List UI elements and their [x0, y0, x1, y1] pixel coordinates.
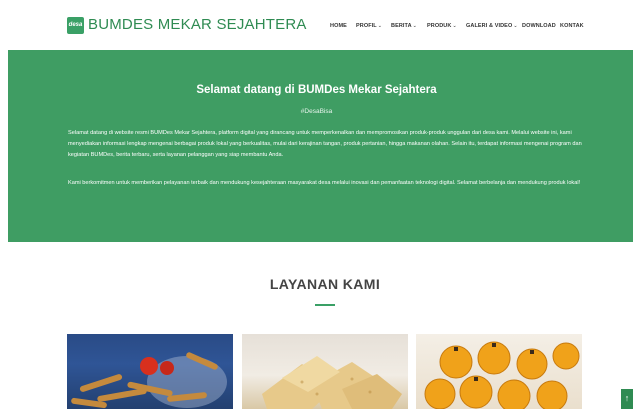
nav-item-label: GALERI & VIDEO: [466, 23, 513, 29]
nav-item-home[interactable]: HOME: [330, 23, 347, 29]
hero-title: Selamat datang di BUMDes Mekar Sejahtera: [196, 84, 437, 96]
nav-item-label: DOWNLOAD: [522, 23, 556, 29]
nav-item-kontak[interactable]: KONTAK: [560, 23, 584, 29]
chevron-down-icon: ⌄: [412, 23, 417, 29]
nav-item-download[interactable]: DOWNLOAD: [522, 23, 556, 29]
service-image-snacks: [71, 352, 227, 409]
nav-item-label: HOME: [330, 23, 347, 29]
top-navbar: desa BUMDES MEKAR SEJAHTERA HOME PROFIL⌄…: [0, 0, 633, 50]
section-divider: [315, 304, 335, 306]
hero-paragraph-commitment: Kami berkomitmen untuk memberikan pelaya…: [68, 180, 581, 186]
scroll-to-top-button[interactable]: ↑: [621, 389, 633, 409]
nav-item-label: KONTAK: [560, 23, 584, 29]
chevron-down-icon: ⌄: [452, 23, 457, 29]
nav-item-berita[interactable]: BERITA⌄: [391, 23, 417, 29]
nav-item-label: PRODUK: [427, 23, 452, 29]
service-card-1[interactable]: [67, 334, 233, 409]
service-image-chips: [262, 356, 402, 409]
service-card-3[interactable]: [416, 334, 582, 409]
chevron-down-icon: ⌄: [513, 23, 518, 29]
main-nav: HOME PROFIL⌄ BERITA⌄ PRODUK⌄ GALERI & VI…: [0, 23, 633, 35]
nav-item-profil[interactable]: PROFIL⌄: [356, 23, 382, 29]
hero-hashtag: #DesaBisa: [300, 108, 333, 115]
nav-item-galeri-video[interactable]: GALERI & VIDEO⌄: [466, 23, 518, 29]
nav-item-produk[interactable]: PRODUK⌄: [427, 23, 457, 29]
arrow-up-icon: ↑: [624, 393, 630, 403]
chevron-down-icon: ⌄: [377, 23, 383, 29]
nav-item-label: BERITA: [391, 23, 412, 29]
service-card-2[interactable]: [242, 334, 408, 409]
services-title: LAYANAN KAMI: [269, 276, 381, 292]
hero-paragraph-intro: Selamat datang di website resmi BUMDes M…: [68, 130, 582, 158]
service-image-cookies: [424, 341, 580, 409]
nav-item-label: PROFIL: [356, 23, 377, 29]
